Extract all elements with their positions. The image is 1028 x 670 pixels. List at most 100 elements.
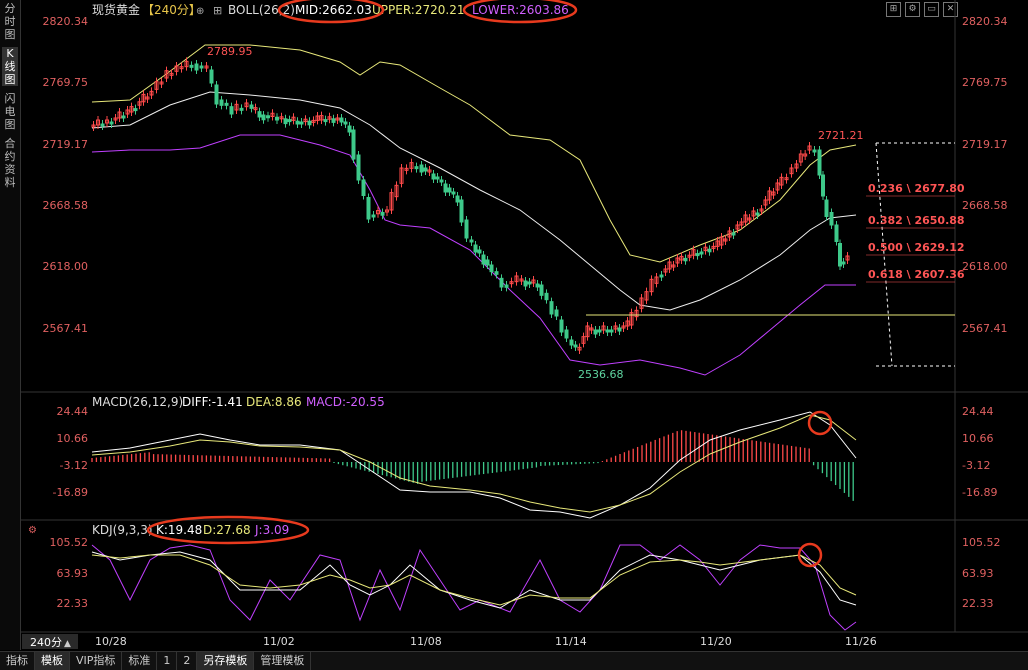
time-tick: 11/02 <box>263 635 295 648</box>
candle-body <box>199 65 204 69</box>
candle-body <box>100 123 105 127</box>
candle-body <box>451 191 456 195</box>
boll-icon[interactable]: ⊞ <box>213 4 222 17</box>
tab-template[interactable]: 模板 <box>35 652 70 670</box>
candle-body <box>683 257 688 262</box>
fib-level: 0.500 \ 2629.12 <box>868 241 965 254</box>
macd-label: MACD(26,12,9) <box>92 395 183 409</box>
candle-body <box>535 283 540 288</box>
period-dropdown-icon[interactable]: ▲ <box>64 639 71 649</box>
candle-body <box>838 243 842 267</box>
time-tick: 11/08 <box>410 635 442 648</box>
candle-body <box>569 339 574 346</box>
candle-body <box>443 183 448 193</box>
tab-vip-indicator[interactable]: VIP指标 <box>70 652 123 670</box>
boll-lower-line <box>91 134 856 376</box>
candle-body <box>459 199 464 223</box>
kdj-tick: 22.33 <box>962 597 994 610</box>
tab-manage-template[interactable]: 管理模板 <box>254 652 312 670</box>
candle-body <box>841 261 846 265</box>
candle-body <box>554 309 559 317</box>
price-tick: 2668.58 <box>962 199 1008 212</box>
boll-upper: UPPER:2720.21 <box>372 3 464 17</box>
price-tick: 2668.58 <box>43 199 89 212</box>
candle-body <box>219 99 224 106</box>
kdj-tick: 105.52 <box>50 536 89 549</box>
kdj-k: K:19.48 <box>156 523 202 537</box>
fib-level: 0.618 \ 2607.36 <box>868 268 965 281</box>
candle-body <box>266 115 270 119</box>
price-tick: 2820.34 <box>43 15 89 28</box>
price-tick: 2567.41 <box>43 322 89 335</box>
time-tick: 10/28 <box>95 635 127 648</box>
kdj-tick: 63.93 <box>57 567 89 580</box>
candle-body <box>659 274 664 278</box>
time-tick: 11/20 <box>700 635 732 648</box>
macd-axis-left: 24.44 10.66 -3.12 -16.89 <box>53 405 88 499</box>
candle-body <box>439 179 444 183</box>
macd-dea: DEA:8.86 <box>246 395 302 409</box>
candle-body <box>573 344 578 348</box>
kline-chart[interactable]: 现货黄金 【240分】 ⊕ ⊞ BOLL(26,2) MID:2662.03 U… <box>0 0 1028 650</box>
macd-value: MACD:-20.55 <box>306 395 385 409</box>
fib-trend-line <box>875 142 893 367</box>
candle-body <box>347 125 352 133</box>
candle-body <box>605 329 610 333</box>
kdj-tick: 63.93 <box>962 567 994 580</box>
candle-body <box>257 111 262 118</box>
candle-body <box>435 176 440 180</box>
macd-diff: DIFF:-1.41 <box>182 395 243 409</box>
boll-lower: LOWER:2603.86 <box>472 3 569 17</box>
candle-body <box>361 179 366 196</box>
candle-body <box>295 120 300 125</box>
symbol-name: 现货黄金 <box>92 2 140 17</box>
candle-body <box>419 164 424 173</box>
macd-tick: -16.89 <box>962 486 997 499</box>
candle-body <box>214 84 219 105</box>
price-axis-left: 2820.34 2769.75 2719.17 2668.58 2618.00 … <box>43 15 89 335</box>
candle-body <box>423 167 428 172</box>
tab-2[interactable]: 2 <box>177 652 198 670</box>
candle-body <box>287 119 292 123</box>
candle-body <box>539 284 544 296</box>
candle-body <box>834 224 839 242</box>
candle-body <box>812 149 817 153</box>
recent-high-annotation: 2721.21 <box>818 129 864 142</box>
macd-tick: 10.66 <box>57 432 89 445</box>
candle-body <box>299 121 304 125</box>
macd-axis-right: 24.44 10.66 -3.12 -16.89 <box>962 405 997 499</box>
tab-indicator[interactable]: 指标 <box>0 652 35 670</box>
candle-body <box>609 329 614 333</box>
kdj-settings-icon[interactable]: ⚙ <box>28 525 37 536</box>
candle-body <box>189 64 194 68</box>
tab-save-template[interactable]: 另存模板 <box>197 652 255 670</box>
candle-body <box>731 232 736 236</box>
price-tick: 2820.34 <box>962 15 1008 28</box>
tab-standard[interactable]: 标准 <box>122 652 158 670</box>
macd-tick: 24.44 <box>57 405 89 418</box>
candle-body <box>699 251 704 255</box>
price-tick: 2769.75 <box>962 76 1008 89</box>
candle-body <box>323 119 328 123</box>
indicator-toggle-icon[interactable]: ⊕ <box>196 6 204 17</box>
candle-body <box>469 239 474 243</box>
candle-body <box>755 212 760 216</box>
candle-body <box>481 254 486 265</box>
time-axis: 10/28 11/02 11/08 11/14 11/20 11/26 <box>95 635 877 648</box>
candle-body <box>356 154 361 181</box>
candle-body <box>817 149 822 176</box>
candle-body <box>194 63 199 71</box>
candle-body <box>707 248 712 253</box>
candle-body <box>549 301 554 315</box>
candle-body <box>489 264 494 273</box>
macd-tick: -16.89 <box>53 486 88 499</box>
candle-body <box>564 329 569 339</box>
candle-body <box>544 292 549 301</box>
kdj-d-line <box>91 554 857 606</box>
candle-body <box>559 319 564 333</box>
candle-body <box>523 280 528 287</box>
candle-body <box>431 173 436 180</box>
macd-tick: 10.66 <box>962 432 994 445</box>
tab-1[interactable]: 1 <box>157 652 178 670</box>
candle-body <box>597 329 602 333</box>
